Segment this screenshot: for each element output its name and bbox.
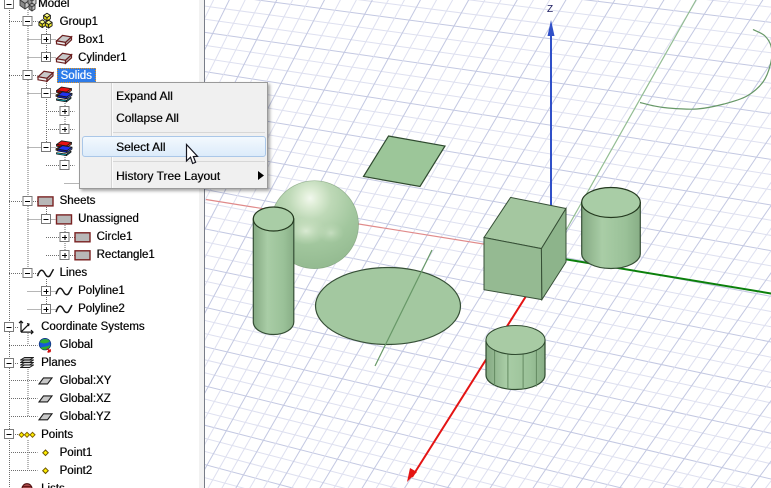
svg-text:Z: Z xyxy=(547,4,553,15)
